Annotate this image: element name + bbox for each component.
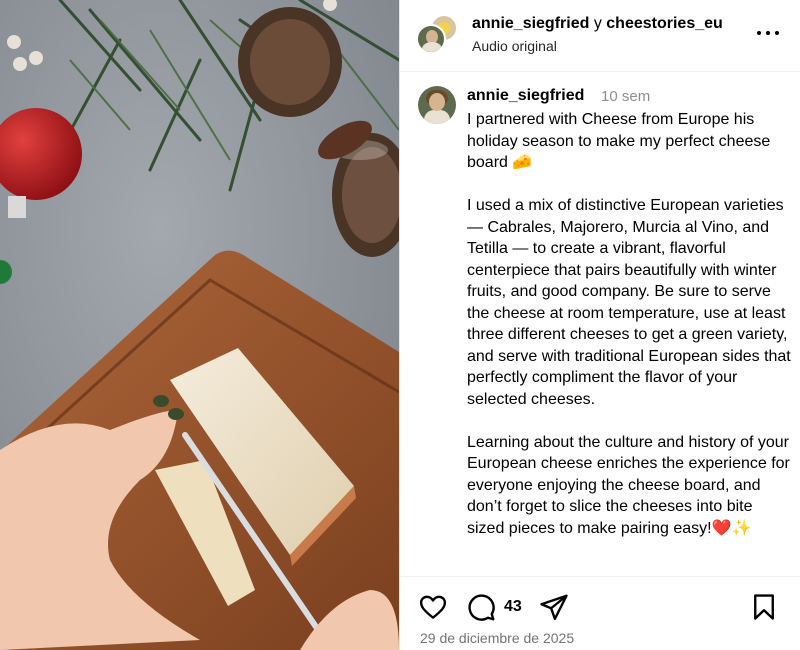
header-conjunction: y [593,15,602,32]
share-icon[interactable] [539,592,569,622]
collab-avatars[interactable] [416,14,460,58]
header-user-1[interactable]: annie_siegfried [472,15,589,32]
header-user-2[interactable]: cheestories_eu [606,15,723,32]
bookmark-icon[interactable] [749,592,779,622]
caption-area: annie_siegfried 10 sem I partnered with … [400,73,800,576]
comment-count[interactable]: 43 [504,598,522,616]
post-photo [0,0,399,650]
audio-label[interactable]: Audio original [472,38,557,54]
header-usernames: annie_siegfried y cheestories_eu [472,15,723,33]
action-bar: 43 29 de diciembre de 2025 [400,576,800,650]
caption-avatar[interactable] [418,86,456,124]
caption-paragraph: Learning about the culture and history o… [467,433,790,537]
caption-paragraph: I partnered with Cheese from Europe his … [467,111,771,171]
avatar-annie[interactable] [416,24,446,54]
caption-username[interactable]: annie_siegfried [467,87,584,105]
post-panel: annie_siegfried y cheestories_eu Audio o… [399,0,800,650]
caption-time[interactable]: 10 sem [601,88,650,105]
caption-paragraph: I used a mix of distinctive European var… [467,197,791,408]
comment-icon[interactable] [466,592,496,622]
post-header: annie_siegfried y cheestories_eu Audio o… [400,0,800,72]
caption-text: I partnered with Cheese from Europe his … [467,109,791,539]
heart-icon[interactable] [418,592,448,622]
more-icon[interactable] [757,22,779,44]
post-date[interactable]: 29 de diciembre de 2025 [420,630,574,646]
post-media[interactable] [0,0,399,650]
